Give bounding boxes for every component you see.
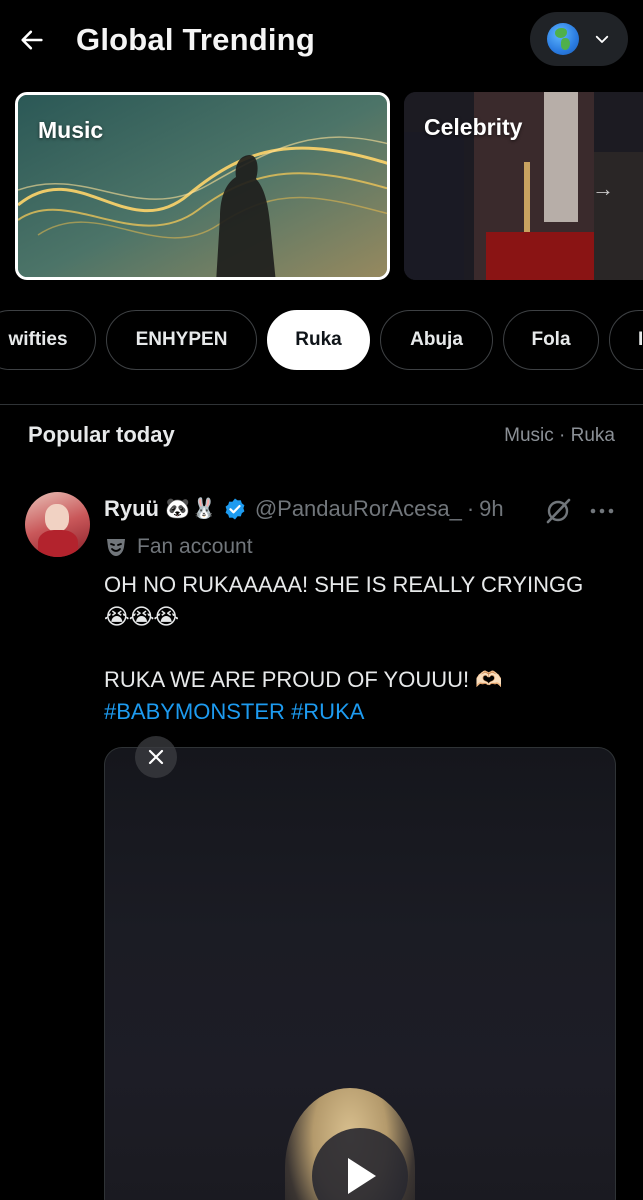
section-title: Popular today <box>28 422 175 447</box>
panda-emoji: 🐼 <box>165 498 190 520</box>
post-text-line: OH NO RUKAAAAA! SHE IS REALLY CRYINGG <box>104 572 584 597</box>
verified-badge-icon <box>225 498 245 520</box>
category-card-celebrity[interactable]: Celebrity → <box>404 92 643 280</box>
page-title: Global Trending <box>76 22 315 57</box>
post-header: Ryuü 🐼 🐰 @PandauRorAcesa_ · 9h <box>104 492 504 526</box>
top-bar: Global Trending <box>0 0 643 80</box>
hashtag-link[interactable]: #BABYMONSTER <box>104 699 285 724</box>
avatar[interactable] <box>25 492 90 557</box>
grok-icon[interactable] <box>542 495 574 527</box>
category-card-music[interactable]: Music <box>15 92 390 280</box>
separator-dot: · <box>466 496 475 521</box>
more-options-icon[interactable] <box>588 497 616 525</box>
post-text-line: RUKA WE ARE PROUD OF YOUUU! 🫶🏻 <box>104 667 503 692</box>
post-text-emojis: 😭😭😭 <box>104 604 179 629</box>
topic-chip-abuja[interactable]: Abuja <box>380 310 493 370</box>
section-divider <box>0 404 643 405</box>
post-hashtags: #BABYMONSTER #RUKA <box>104 696 624 728</box>
arrow-right-icon: → <box>592 176 614 201</box>
close-media-button[interactable] <box>135 736 177 778</box>
rabbit-emoji: 🐰 <box>191 498 217 520</box>
fan-account-label: Fan account <box>137 535 253 558</box>
topic-chip-enhypen[interactable]: ENHYPEN <box>106 310 257 370</box>
globe-africa-icon <box>547 23 579 55</box>
account-label-row: Fan account <box>104 532 253 562</box>
post-timestamp[interactable]: 9h <box>479 496 503 522</box>
theater-mask-icon <box>107 539 125 556</box>
topic-chip-row: wifties ENHYPEN Ruka Abuja Fola I <box>0 310 643 372</box>
close-icon <box>148 749 164 765</box>
user-handle[interactable]: @PandauRorAcesa_ <box>255 496 462 522</box>
ellipsis-icon <box>590 508 614 514</box>
chevron-down-icon <box>595 35 609 43</box>
topic-chip-partial[interactable]: I <box>609 310 643 370</box>
display-name[interactable]: Ryuü <box>104 496 159 522</box>
section-breadcrumb: Music · Ruka <box>504 425 615 446</box>
hashtag-link[interactable]: #RUKA <box>291 699 364 724</box>
region-selector-button[interactable] <box>530 12 628 66</box>
back-button[interactable] <box>12 20 52 60</box>
topic-chip-fola[interactable]: Fola <box>503 310 599 370</box>
play-icon <box>348 1158 376 1194</box>
category-carousel: Music Celebrity → <box>0 92 643 282</box>
topic-chip-ruka[interactable]: Ruka <box>267 310 370 370</box>
category-card-label: Celebrity <box>424 114 523 140</box>
category-card-label: Music <box>38 117 104 143</box>
topic-chip-swifties[interactable]: wifties <box>0 310 96 370</box>
arrow-left-icon <box>21 30 43 50</box>
